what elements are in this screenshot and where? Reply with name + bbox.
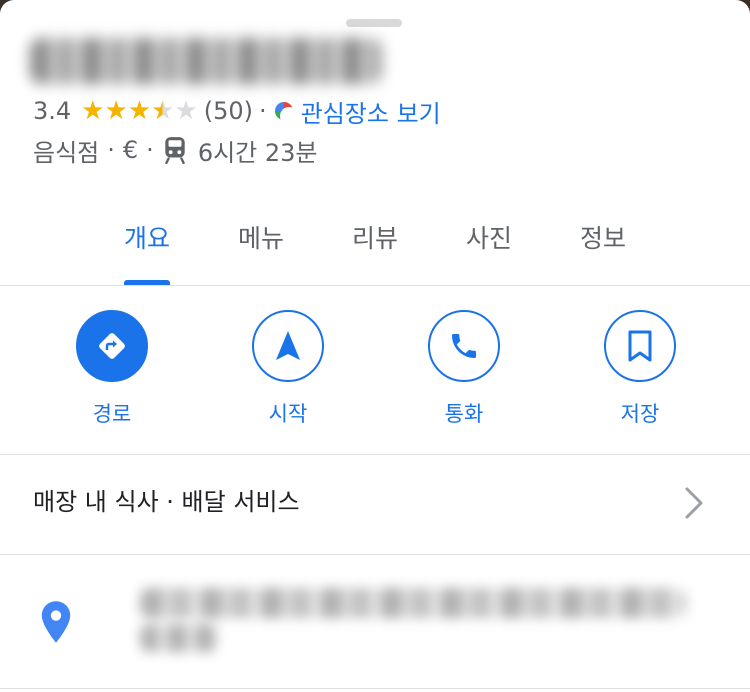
directions-label: 경로 bbox=[92, 402, 132, 426]
separator: · bbox=[107, 136, 115, 164]
place-title-blurred bbox=[30, 38, 382, 84]
phone-icon bbox=[452, 334, 476, 358]
review-count[interactable]: (50) bbox=[204, 97, 253, 125]
tab-photos[interactable]: 사진 bbox=[432, 205, 546, 285]
start-button[interactable]: 시작 bbox=[200, 310, 376, 428]
directions-button[interactable]: 경로 bbox=[24, 310, 200, 428]
place-bottom-sheet: 3.4 ★ ★ ★ ★ ★ (50) · 관심장소 보기 음식점 · € · 6… bbox=[0, 0, 750, 692]
star-icon: ★ bbox=[104, 96, 128, 126]
navigation-arrow-icon bbox=[276, 331, 300, 360]
separator: · bbox=[146, 136, 154, 164]
rating-row: 3.4 ★ ★ ★ ★ ★ (50) · 관심장소 보기 bbox=[33, 92, 441, 130]
tab-overview[interactable]: 개요 bbox=[90, 205, 204, 285]
chevron-right-icon[interactable] bbox=[682, 486, 706, 520]
call-button[interactable]: 통화 bbox=[376, 310, 552, 428]
half-star-icon: ★ bbox=[151, 96, 175, 126]
category-label: 음식점 bbox=[33, 138, 100, 167]
drag-handle[interactable] bbox=[346, 19, 402, 27]
tab-info[interactable]: 정보 bbox=[546, 205, 660, 285]
tab-menu[interactable]: 메뉴 bbox=[204, 205, 318, 285]
separator: · bbox=[259, 97, 267, 125]
divider bbox=[0, 285, 750, 286]
empty-star-icon: ★ bbox=[174, 96, 198, 126]
start-label: 시작 bbox=[268, 402, 308, 426]
save-label: 저장 bbox=[620, 402, 660, 426]
transit-icon bbox=[165, 137, 185, 164]
directions-circle[interactable] bbox=[76, 310, 148, 382]
rating-value: 3.4 bbox=[33, 97, 72, 125]
divider bbox=[0, 554, 750, 555]
service-options[interactable]: 매장 내 식사 · 배달 서비스 bbox=[33, 482, 300, 517]
save-circle[interactable] bbox=[604, 310, 676, 382]
tab-bar: 개요 메뉴 리뷰 사진 정보 bbox=[90, 205, 660, 285]
price-level: € bbox=[122, 136, 139, 164]
address-blurred-line2 bbox=[140, 624, 218, 652]
google-interest-icon bbox=[274, 102, 298, 125]
transit-time: 6시간 23분 bbox=[197, 138, 318, 167]
action-buttons: 경로 시작 통화 저장 bbox=[24, 310, 728, 428]
category-row: 음식점 · € · 6시간 23분 bbox=[33, 132, 318, 168]
divider bbox=[0, 454, 750, 455]
call-label: 통화 bbox=[444, 402, 484, 426]
address-blurred bbox=[140, 588, 685, 618]
start-circle[interactable] bbox=[252, 310, 324, 382]
interest-link[interactable]: 관심장소 보기 bbox=[301, 94, 441, 129]
directions-icon bbox=[99, 333, 125, 359]
tab-reviews[interactable]: 리뷰 bbox=[318, 205, 432, 285]
star-icon: ★ bbox=[127, 96, 152, 126]
location-pin-icon bbox=[41, 601, 71, 643]
divider bbox=[0, 688, 750, 689]
save-button[interactable]: 저장 bbox=[552, 310, 728, 428]
bookmark-icon bbox=[628, 330, 652, 362]
star-icon: ★ bbox=[81, 96, 105, 126]
call-circle[interactable] bbox=[428, 310, 500, 382]
